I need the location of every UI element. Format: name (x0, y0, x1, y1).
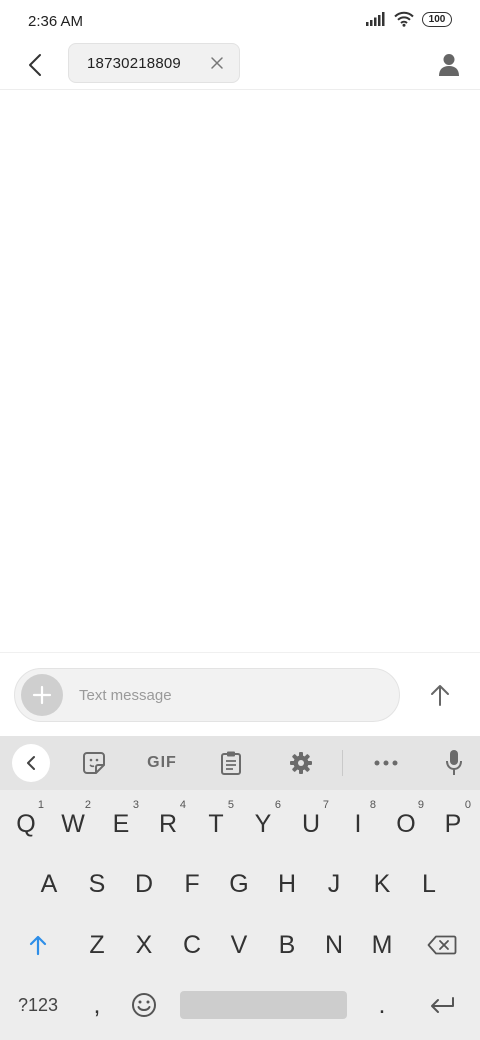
key-q[interactable]: Q1 (2, 798, 50, 850)
key-e[interactable]: E3 (97, 798, 145, 850)
send-button[interactable] (418, 673, 462, 717)
keyboard: G I F Q 1 W 2 E 3 R 4 T 5 Y 6 U 7 I 8 O 9 … (0, 736, 480, 1040)
key-hint: 5 (227, 799, 234, 811)
key-a[interactable]: A (25, 858, 73, 910)
battery-level: 100 (428, 13, 446, 25)
settings-button[interactable] (288, 747, 314, 779)
chevron-left-icon (27, 756, 35, 770)
period-key[interactable]: . (358, 979, 406, 1031)
key-label: P (444, 809, 462, 838)
recipient-number: 18730218809 (87, 54, 181, 72)
plus-icon (32, 685, 52, 705)
emoji-key[interactable] (120, 979, 168, 1031)
close-icon[interactable] (209, 55, 225, 71)
message-input[interactable] (79, 683, 379, 707)
key-f[interactable]: F (168, 858, 216, 910)
compose-bar (0, 652, 480, 736)
attach-button[interactable] (21, 674, 63, 716)
key-label: R (158, 809, 178, 838)
keyboard-collapse-button[interactable] (12, 744, 50, 782)
key-label: T (208, 809, 224, 838)
person-icon (439, 54, 459, 76)
key-hint: 7 (322, 799, 329, 811)
key-h[interactable]: H (263, 858, 311, 910)
symbols-key[interactable]: ?123 (10, 979, 66, 1031)
sticker-icon (83, 752, 105, 774)
enter-key[interactable] (418, 979, 466, 1031)
key-c[interactable]: C (168, 919, 216, 971)
key-w[interactable]: W2 (49, 798, 97, 850)
key-hint: 2 (84, 799, 91, 811)
more-button[interactable] (372, 747, 400, 779)
voice-input-button[interactable] (442, 747, 466, 779)
key-hint: 3 (132, 799, 139, 811)
key-g[interactable]: G (215, 858, 263, 910)
key-j[interactable]: J (310, 858, 358, 910)
key-s[interactable]: S (73, 858, 121, 910)
key-n[interactable]: N (310, 919, 358, 971)
back-arrow-icon (29, 54, 41, 76)
key-hint: 6 (274, 799, 281, 811)
key-m[interactable]: M (358, 919, 406, 971)
contact-button[interactable] (432, 48, 466, 82)
key-hint: 9 (417, 799, 424, 811)
backspace-icon (427, 935, 457, 955)
sticker-button[interactable] (80, 747, 108, 779)
key-v[interactable]: V (215, 919, 263, 971)
status-time: 2:36 AM (28, 13, 84, 30)
key-p[interactable]: P0 (429, 798, 477, 850)
status-icons: 100 (366, 11, 452, 27)
emoji-icon (132, 993, 156, 1017)
key-hint: 0 (464, 799, 471, 811)
key-o[interactable]: O9 (382, 798, 430, 850)
gif-button[interactable]: GIF (140, 747, 184, 779)
toolbar-divider (342, 750, 343, 776)
clipboard-button[interactable] (218, 747, 244, 779)
enter-icon (431, 997, 454, 1013)
key-t[interactable]: T5 (192, 798, 240, 850)
microphone-icon (446, 750, 462, 775)
key-r[interactable]: R4 (144, 798, 192, 850)
battery-icon: 100 (422, 11, 452, 27)
arrow-up-icon (431, 685, 449, 706)
space-key[interactable] (180, 991, 347, 1019)
key-label: W (61, 809, 85, 838)
gear-icon (290, 752, 312, 774)
key-label: Y (254, 809, 272, 838)
gif-label: GIF (147, 754, 177, 771)
recipient-chip[interactable]: 18730218809 (68, 43, 240, 83)
keyboard-toolbar: GIF (0, 736, 480, 790)
shift-arrow-icon (29, 935, 47, 956)
key-label: Q (16, 809, 36, 838)
compose-field[interactable] (14, 668, 400, 722)
comma-key[interactable]: , (73, 979, 121, 1031)
conversation-header: 18730218809 (0, 42, 480, 90)
message-list[interactable] (0, 91, 480, 652)
key-d[interactable]: D (120, 858, 168, 910)
key-i[interactable]: I8 (334, 798, 382, 850)
key-hint: 8 (369, 799, 376, 811)
key-label: I (354, 809, 362, 838)
key-label: O (396, 809, 416, 838)
wifi-icon (394, 11, 414, 27)
key-u[interactable]: U7 (287, 798, 335, 850)
signal-icon (366, 12, 385, 26)
key-x[interactable]: X (120, 919, 168, 971)
clipboard-icon (221, 751, 241, 775)
key-y[interactable]: Y6 (239, 798, 287, 850)
status-bar: 2:36 AM 100 (0, 0, 480, 42)
key-l[interactable]: L (405, 858, 453, 910)
more-horizontal-icon (374, 760, 398, 766)
key-label: U (301, 809, 321, 838)
key-hint: 1 (37, 799, 44, 811)
shift-key[interactable] (14, 919, 62, 971)
key-z[interactable]: Z (73, 919, 121, 971)
backspace-key[interactable] (418, 919, 466, 971)
key-hint: 4 (179, 799, 186, 811)
back-button[interactable] (18, 48, 52, 82)
key-k[interactable]: K (358, 858, 406, 910)
key-label: E (112, 809, 130, 838)
key-b[interactable]: B (263, 919, 311, 971)
